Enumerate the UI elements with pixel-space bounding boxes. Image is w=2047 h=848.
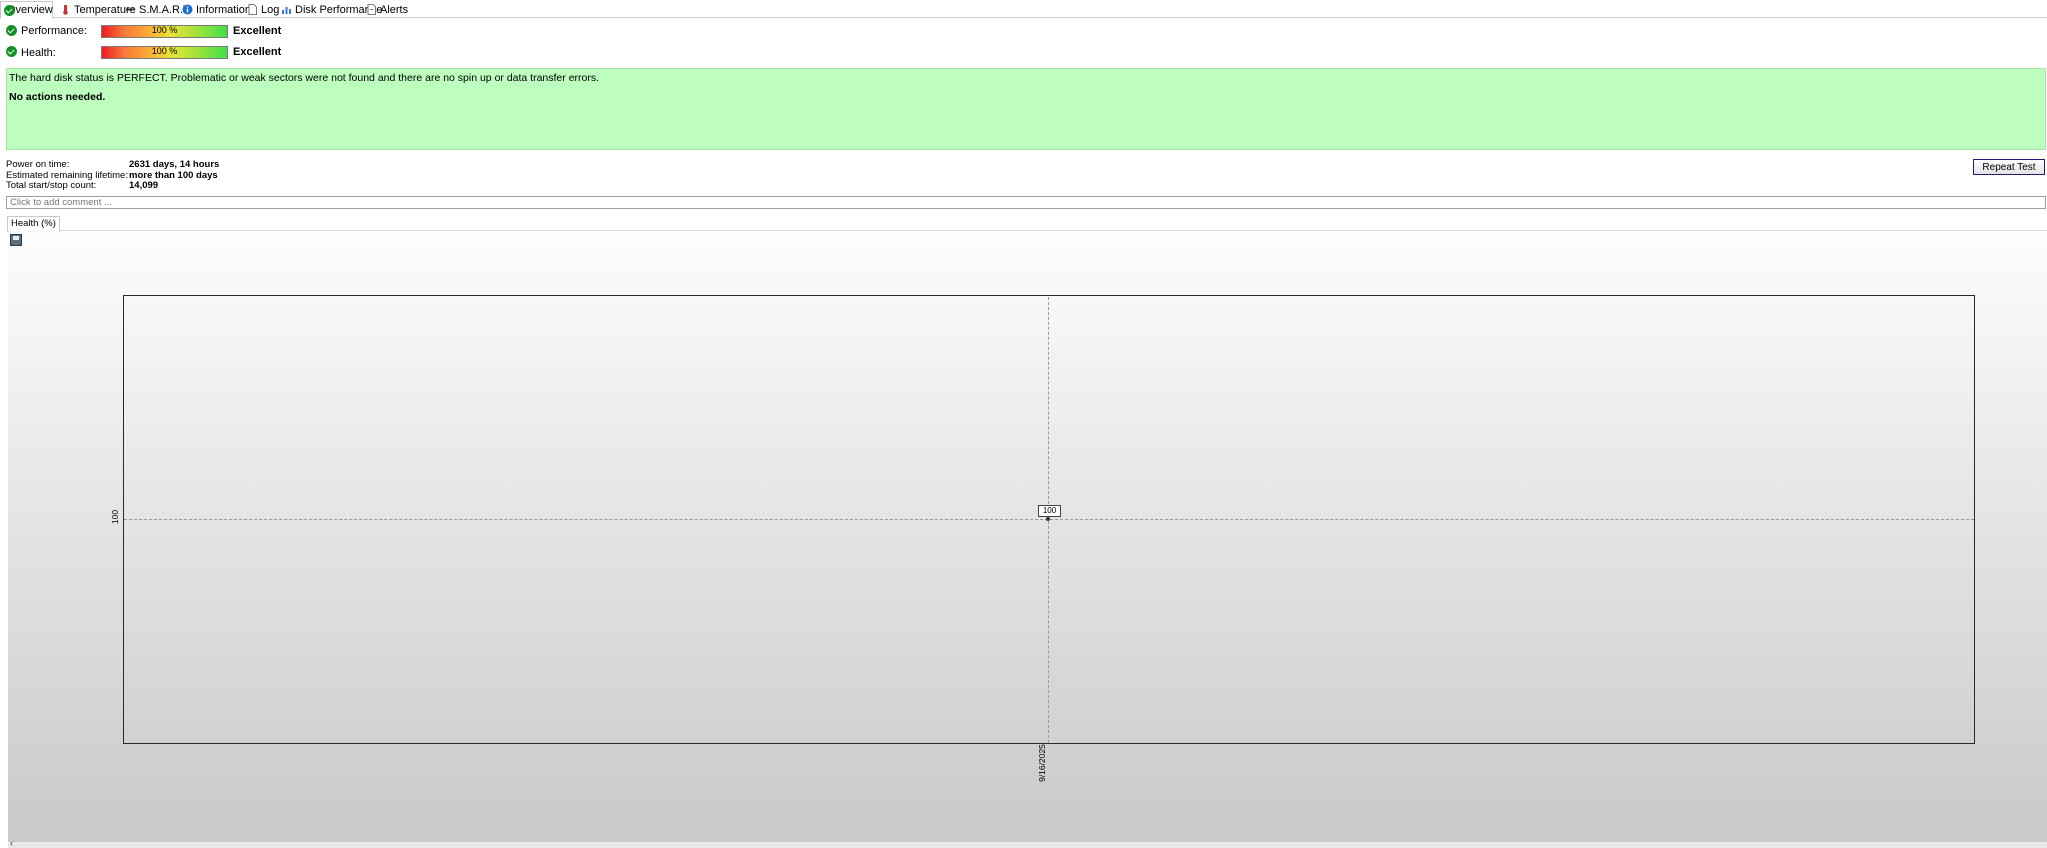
tab-information-label: Information xyxy=(196,3,252,16)
y-tick-label: 100 xyxy=(110,509,121,525)
health-bar: 100 % xyxy=(101,46,228,59)
data-label: 100 xyxy=(1038,505,1061,517)
info-icon xyxy=(182,4,193,15)
tab-alerts-label: Alerts xyxy=(380,3,409,16)
health-value: 100 % xyxy=(151,46,178,56)
power-on-value: 2631 days, 14 hours xyxy=(129,159,220,170)
tab-bar: Overview Temperature S.M.A.R.T. Informat… xyxy=(0,1,2047,19)
status-panel: The hard disk status is PERFECT. Problem… xyxy=(6,68,2046,150)
data-point xyxy=(1046,517,1050,521)
save-icon[interactable] xyxy=(10,234,22,246)
health-rating: Excellent xyxy=(233,46,282,58)
status-message: The hard disk status is PERFECT. Problem… xyxy=(9,72,600,84)
health-label: Health: xyxy=(21,47,56,59)
tab-alerts[interactable]: Alerts xyxy=(363,2,408,17)
startstop-value: 14,099 xyxy=(129,180,159,191)
startstop-label: Total start/stop count: xyxy=(6,180,97,191)
chart-icon xyxy=(282,7,291,14)
health-status-icon xyxy=(6,46,17,57)
performance-label: Performance: xyxy=(21,25,88,37)
tab-information[interactable]: Information xyxy=(179,2,251,17)
tab-log[interactable]: Log xyxy=(244,2,279,17)
performance-bar: 100 % xyxy=(101,25,228,38)
alert-document-icon xyxy=(367,4,376,15)
tab-overview[interactable]: Overview xyxy=(0,1,53,19)
minus-icon xyxy=(126,8,135,11)
horizontal-scrollbar[interactable]: ‹ xyxy=(8,838,2047,848)
x-tick-label: 9/16/2025 xyxy=(1036,744,1047,782)
performance-rating: Excellent xyxy=(233,25,282,37)
comment-input[interactable]: Click to add comment ... xyxy=(6,196,2046,209)
repeat-test-button[interactable]: Repeat Test xyxy=(1973,159,2045,175)
power-on-label: Power on time: xyxy=(6,159,70,170)
document-icon xyxy=(248,4,257,15)
performance-value: 100 % xyxy=(151,25,178,35)
status-action: No actions needed. xyxy=(9,91,106,103)
performance-status-icon xyxy=(6,25,17,36)
scroll-left-icon[interactable]: ‹ xyxy=(10,838,13,848)
tab-log-label: Log xyxy=(261,3,280,16)
tab-health-chart[interactable]: Health (%) xyxy=(7,216,60,232)
thermometer-icon xyxy=(63,5,68,15)
